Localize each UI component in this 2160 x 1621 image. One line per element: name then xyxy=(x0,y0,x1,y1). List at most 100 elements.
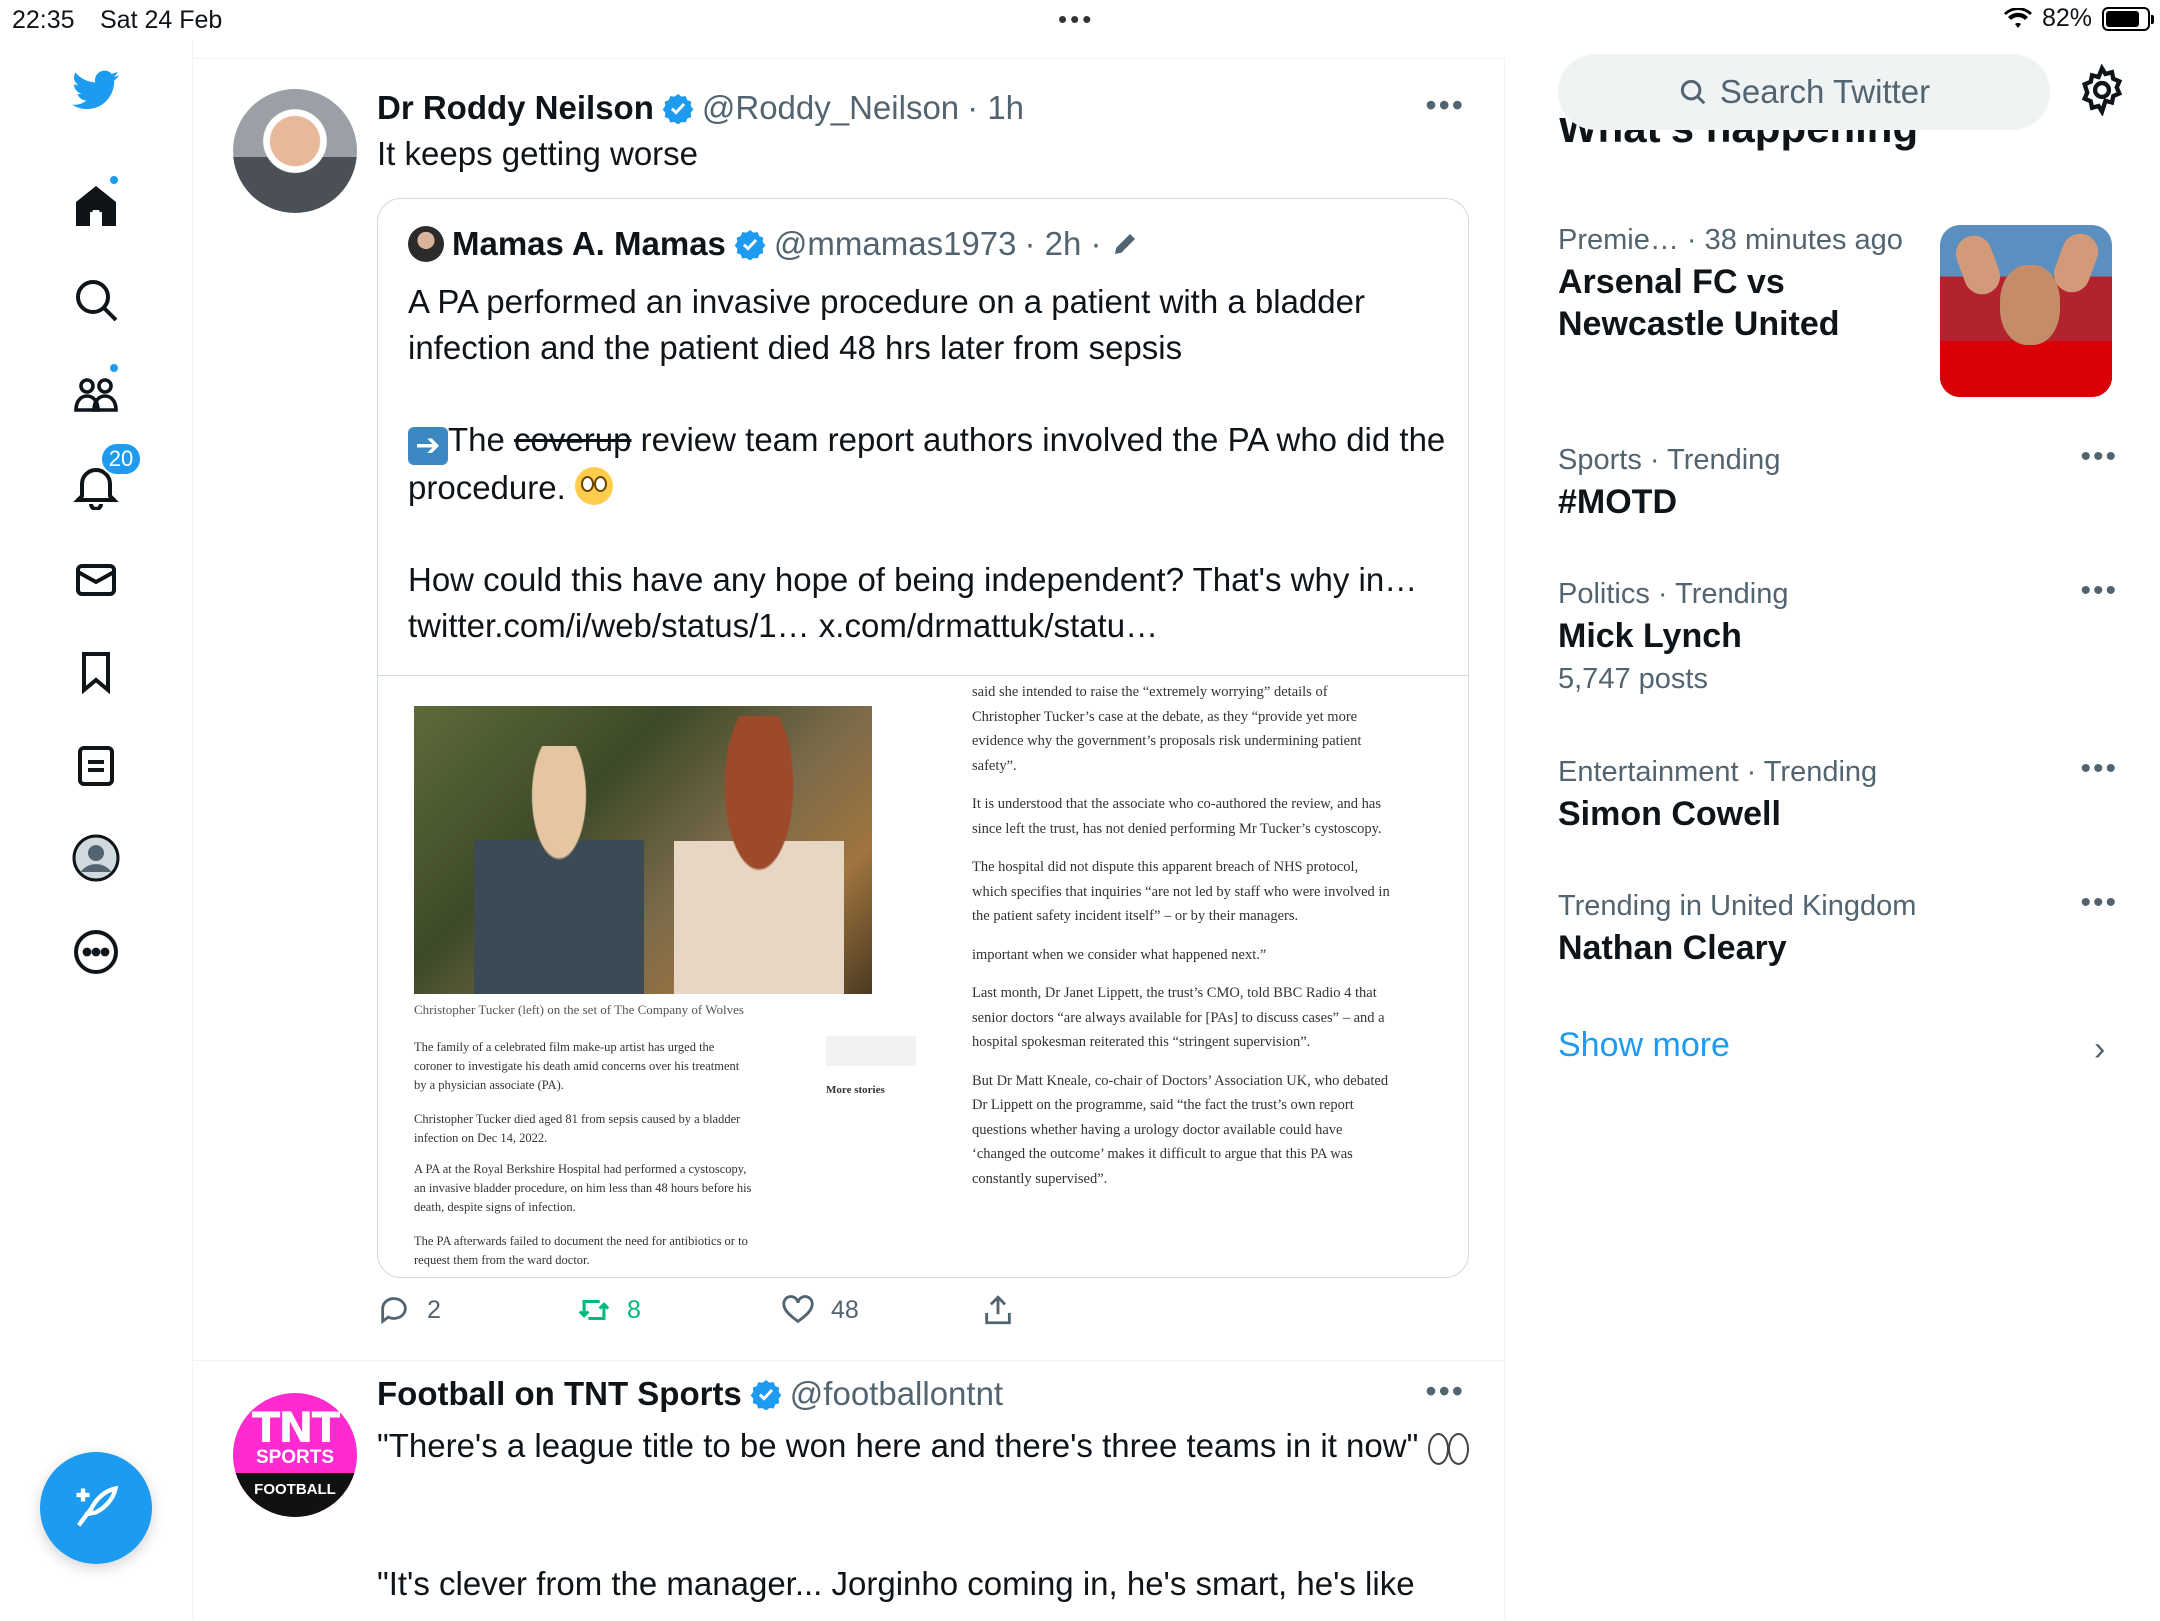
show-more-link[interactable]: Show more xyxy=(1558,1026,1730,1065)
search-icon xyxy=(76,280,118,322)
trend-title: Mick Lynch xyxy=(1558,617,1742,655)
quoted-article-image[interactable]: Christopher Tucker (left) on the set of … xyxy=(378,675,1468,1277)
tnt-logo-text: TNT xyxy=(251,1403,340,1452)
communities-unread-dot xyxy=(108,362,120,374)
trend-item[interactable]: Entertainment · Trending Simon Cowell ••… xyxy=(1558,752,2118,835)
quoted-tweet-text: A PA performed an invasive procedure on … xyxy=(408,279,1448,649)
trend-post-count: 5,747 posts xyxy=(1558,663,1708,695)
timeline: Dr Roddy Neilson @Roddy_Neilson · 1h •••… xyxy=(193,58,1505,1620)
wifi-icon xyxy=(2003,7,2032,28)
notifications-badge: 20 xyxy=(100,442,142,476)
verified-badge-icon xyxy=(662,94,694,124)
nav-bookmarks[interactable] xyxy=(56,632,136,712)
reply-icon xyxy=(381,1297,407,1325)
search-icon xyxy=(1680,79,1706,105)
flushed-face-emoji-icon xyxy=(574,467,613,505)
retweet-button[interactable]: 8 xyxy=(577,1293,641,1327)
article-paragraph: The family of a celebrated film make-up … xyxy=(414,1040,740,1092)
trend-more-icon[interactable]: ••• xyxy=(2080,752,2118,786)
home-unread-dot xyxy=(108,174,120,186)
article-paragraph: said she intended to raise the “extremel… xyxy=(972,684,1362,774)
nav-notifications[interactable]: 20 xyxy=(56,442,142,526)
verified-badge-icon xyxy=(750,1380,782,1410)
trend-title: Arsenal FC vs Newcastle United xyxy=(1558,263,1840,343)
quoted-paragraph[interactable]: How could this have any hope of being in… xyxy=(408,557,1448,649)
trend-more-icon[interactable]: ••• xyxy=(2080,440,2118,474)
author-name[interactable]: Football on TNT Sports xyxy=(377,1375,742,1413)
share-icon xyxy=(985,1295,1011,1325)
tweet-more-icon[interactable]: ••• xyxy=(1425,1373,1465,1410)
like-button[interactable]: 48 xyxy=(781,1293,859,1327)
nav-home[interactable] xyxy=(56,166,136,246)
nav-profile[interactable] xyxy=(56,818,136,898)
tnt-logo-football: FOOTBALL xyxy=(233,1473,357,1517)
bookmarks-icon xyxy=(82,652,110,695)
author-handle[interactable]: @Roddy_Neilson xyxy=(702,89,959,127)
compose-tweet-button[interactable] xyxy=(40,1452,152,1564)
nav-explore[interactable] xyxy=(56,260,136,340)
compose-feather-icon xyxy=(76,1485,119,1527)
trend-more-icon[interactable]: ••• xyxy=(2080,886,2118,920)
article-paragraph: Last month, Dr Janet Lippett, the trust’… xyxy=(972,985,1385,1050)
tweet-more-icon[interactable]: ••• xyxy=(1425,87,1465,124)
nav-messages[interactable] xyxy=(56,540,136,620)
quoted-author-handle[interactable]: @mmamas1973 xyxy=(774,225,1017,263)
communities-icon xyxy=(74,378,118,412)
avatar[interactable]: TNT SPORTS FOOTBALL xyxy=(233,1393,357,1517)
quoted-paragraph: A PA performed an invasive procedure on … xyxy=(408,283,1365,366)
like-count: 48 xyxy=(831,1295,859,1324)
right-sidebar: What’s happening Search Twitter Premie… … xyxy=(1506,40,2160,1620)
tweet-text: "There's a league title to be won here a… xyxy=(377,1423,1477,1469)
quoted-paragraph: ➔ The coverup review team report authors … xyxy=(408,417,1448,511)
tweet[interactable]: Dr Roddy Neilson @Roddy_Neilson · 1h •••… xyxy=(193,59,1505,1361)
edited-pencil-icon xyxy=(1114,234,1135,254)
trend-item[interactable]: Sports · Trending #MOTD ••• xyxy=(1558,440,2118,523)
tnt-logo-sports: SPORTS xyxy=(255,1447,335,1468)
nav-communities[interactable] xyxy=(56,354,136,434)
trend-item[interactable]: Politics · Trending Mick Lynch 5,747 pos… xyxy=(1558,574,2118,696)
article-paragraph: The PA afterwards failed to document the… xyxy=(414,1234,748,1267)
status-time: 22:35 xyxy=(12,6,75,34)
article-paragraph: It is understood that the associate who … xyxy=(972,796,1382,837)
heart-icon xyxy=(782,1295,814,1324)
strikethrough-text: coverup xyxy=(514,421,632,458)
tweet-time[interactable]: · 1h xyxy=(967,89,1024,127)
tweet-text: It keeps getting worse xyxy=(377,135,699,172)
tweet-actions: 2 8 48 xyxy=(377,1293,1077,1337)
article-paragraph: Christopher Tucker died aged 81 from sep… xyxy=(414,1112,741,1145)
avatar[interactable] xyxy=(233,89,357,213)
tweet-text-line: "There's a league title to be won here a… xyxy=(377,1427,1419,1464)
quoted-tweet-time[interactable]: · 2h · xyxy=(1025,225,1102,263)
nav-lists[interactable] xyxy=(56,726,136,806)
multitasking-dots-icon[interactable]: ••• xyxy=(1058,4,1094,35)
chevron-right-icon[interactable]: › xyxy=(2094,1030,2105,1069)
author-name[interactable]: Dr Roddy Neilson xyxy=(377,89,654,127)
left-navigation: 20 xyxy=(0,40,193,1620)
quoted-author-name[interactable]: Mamas A. Mamas xyxy=(452,225,726,263)
trend-title: Simon Cowell xyxy=(1558,795,1781,833)
article-paragraph: But Dr Matt Kneale, co-chair of Doctors’… xyxy=(972,1072,1389,1187)
battery-percent: 82% xyxy=(2041,4,2092,32)
trend-more-icon[interactable]: ••• xyxy=(2080,574,2118,608)
search-input[interactable]: Search Twitter xyxy=(1558,54,2050,130)
twitter-bird-icon[interactable] xyxy=(56,50,136,130)
trend-thumbnail[interactable] xyxy=(1940,225,2112,397)
tweet[interactable]: TNT SPORTS FOOTBALL Football on TNT Spor… xyxy=(193,1361,1505,1621)
share-button[interactable] xyxy=(981,1293,1015,1327)
nav-more[interactable] xyxy=(56,912,136,992)
search-placeholder: Search Twitter xyxy=(1719,73,1931,110)
article-photo xyxy=(414,706,872,994)
gear-icon[interactable] xyxy=(2076,64,2128,116)
quoted-avatar[interactable] xyxy=(408,226,444,262)
more-icon xyxy=(74,930,118,974)
reply-button[interactable]: 2 xyxy=(377,1293,441,1327)
trend-title: #MOTD xyxy=(1558,483,1677,521)
battery-icon xyxy=(2102,6,2154,31)
quoted-tweet[interactable]: Mamas A. Mamas @mmamas1973 · 2h · A PA p… xyxy=(377,198,1469,1278)
right-arrow-emoji-icon: ➔ xyxy=(408,427,448,465)
trend-item[interactable]: Trending in United Kingdom Nathan Cleary… xyxy=(1558,886,2118,969)
article-paragraph: A PA at the Royal Berkshire Hospital had… xyxy=(414,1162,752,1214)
trend-title: Nathan Cleary xyxy=(1558,929,1787,967)
author-handle[interactable]: @footballontnt xyxy=(790,1375,1003,1413)
trend-meta: Trending in United Kingdom xyxy=(1558,890,1917,922)
